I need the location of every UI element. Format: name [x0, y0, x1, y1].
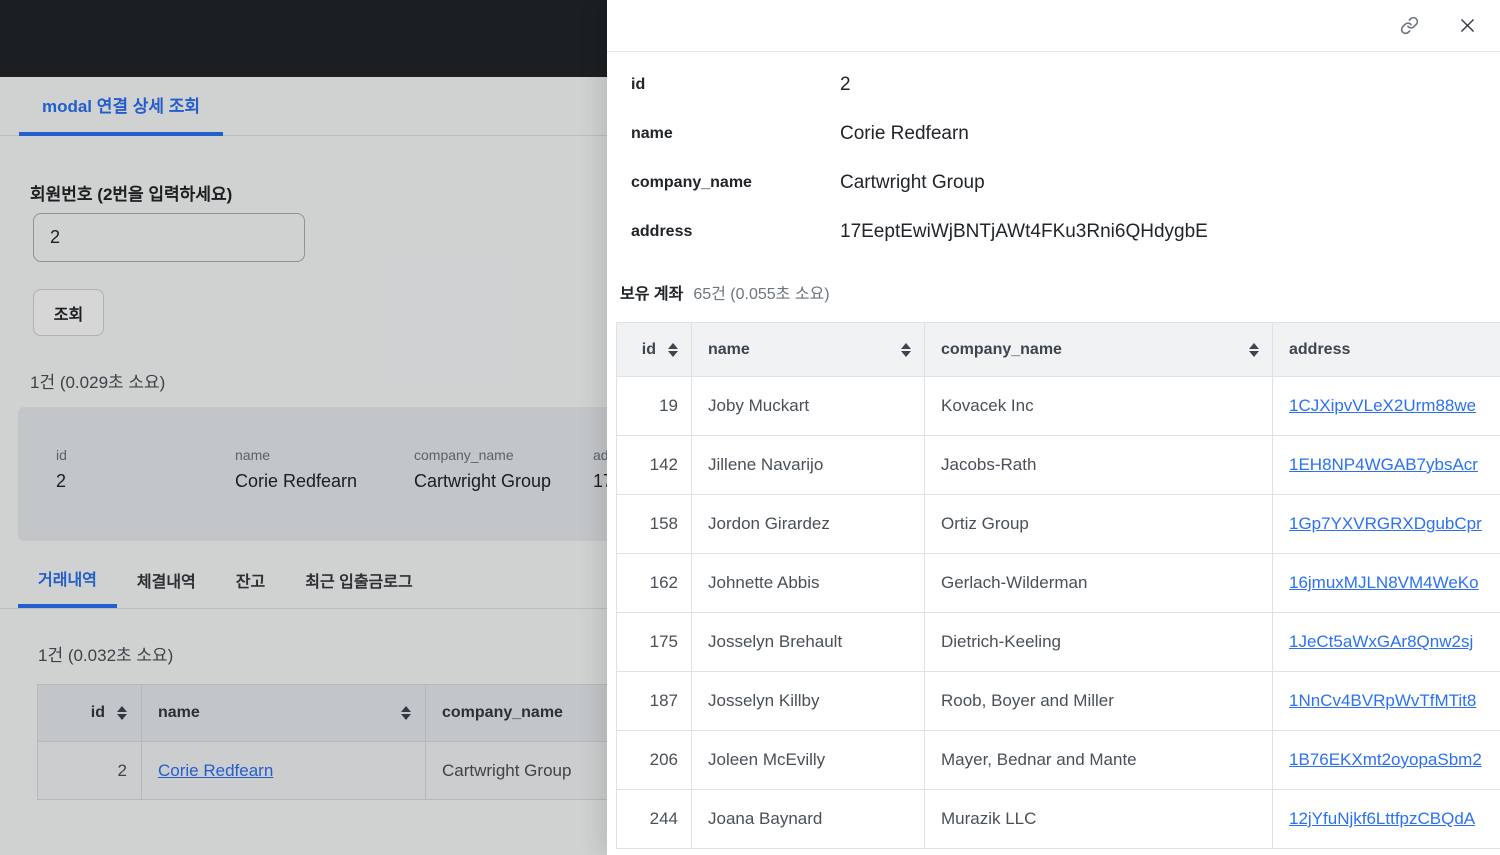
sort-icon	[1249, 342, 1259, 357]
table-row: 175 Josselyn Brehault Dietrich-Keeling 1…	[616, 612, 1500, 672]
header-address[interactable]: address	[1272, 322, 1500, 377]
table-row: 206 Joleen McEvilly Mayer, Bednar and Ma…	[616, 730, 1500, 790]
screen: modal 연결 상세 조회 회원번호 (2번을 입력하세요) 조회 1건 (0…	[0, 0, 1500, 855]
sort-icon	[901, 342, 911, 357]
table-row: 162 Johnette Abbis Gerlach-Wilderman 16j…	[616, 553, 1500, 613]
drawer-header	[607, 0, 1500, 52]
table-header-row: id name company_name address	[616, 322, 1500, 377]
accounts-table: id name company_name address 19 Joby Muc…	[616, 322, 1500, 849]
table-row: 158 Jordon Girardez Ortiz Group 1Gp7YXVR…	[616, 494, 1500, 554]
address-link[interactable]: 1JeCt5aWxGAr8Qnw2sj	[1289, 632, 1473, 651]
accounts-count: 65건 (0.055초 소요)	[693, 286, 830, 303]
detail-drawer: id 2 name Corie Redfearn company_name Ca…	[607, 0, 1500, 855]
address-link[interactable]: 1NnCv4BVRpWvTfMTit8	[1289, 691, 1476, 710]
detail-row-address: address 17EeptEwiWjBNTjAWt4FKu3Rni6QHdyg…	[631, 220, 1208, 242]
detail-row-name: name Corie Redfearn	[631, 122, 969, 144]
address-link[interactable]: 1B76EKXmt2oyopaSbm2	[1289, 750, 1482, 769]
address-link[interactable]: 1EH8NP4WGAB7ybsAcr	[1289, 455, 1478, 474]
address-link[interactable]: 16jmuxMJLN8VM4WeKo	[1289, 573, 1479, 592]
table-row: 19 Joby Muckart Kovacek Inc 1CJXipvVLeX2…	[616, 376, 1500, 436]
detail-row-id: id 2	[631, 73, 851, 95]
address-link[interactable]: 1CJXipvVLeX2Urm88we	[1289, 396, 1476, 415]
address-link[interactable]: 1Gp7YXVRGRXDgubCpr	[1289, 514, 1482, 533]
accounts-section-header: 보유 계좌 65건 (0.055초 소요)	[620, 280, 830, 304]
member-details: id 2 name Corie Redfearn company_name Ca…	[631, 60, 1208, 256]
table-row: 244 Joana Baynard Murazik LLC 12jYfuNjkf…	[616, 789, 1500, 849]
close-icon[interactable]	[1459, 17, 1476, 34]
table-row: 187 Josselyn Killby Roob, Boyer and Mill…	[616, 671, 1500, 731]
copy-link-icon[interactable]	[1400, 16, 1419, 35]
header-company-name[interactable]: company_name	[924, 322, 1273, 377]
header-name[interactable]: name	[691, 322, 925, 377]
header-id[interactable]: id	[616, 322, 692, 377]
accounts-title: 보유 계좌	[620, 286, 684, 303]
detail-row-company: company_name Cartwright Group	[631, 171, 985, 193]
sort-icon	[668, 342, 678, 357]
table-row: 142 Jillene Navarijo Jacobs-Rath 1EH8NP4…	[616, 435, 1500, 495]
address-link[interactable]: 12jYfuNjkf6LttfpzCBQdA	[1289, 809, 1475, 828]
